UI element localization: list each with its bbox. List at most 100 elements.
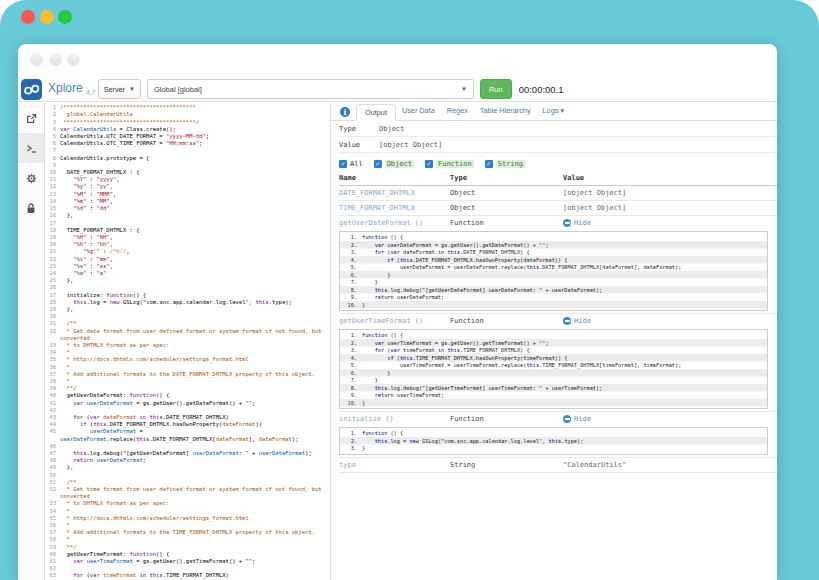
code-line: 61 var userTimeFormat = gs.getUser().get…: [45, 558, 331, 565]
source-line: 10.}: [340, 301, 767, 309]
code-line: 43 for (var dateFormat in this.DATE_FORM…: [45, 414, 331, 421]
code-line: userDateFormat.replace(this.DATE_FORMAT_…: [45, 435, 331, 442]
code-line: 21 "%g:" : /^h:/,: [45, 248, 331, 255]
code-line: 4var CalendarUtils = Class.create();: [45, 126, 331, 133]
filter-object: ✓Object: [374, 160, 414, 168]
xplore-logo: [21, 79, 42, 100]
result-value-row: Value [object Object]: [339, 137, 777, 153]
traffic-lights: [21, 10, 72, 24]
tab-regex[interactable]: Regex: [441, 103, 474, 120]
filter-label: String: [496, 160, 525, 168]
run-timer: 00:00:00.1: [519, 84, 564, 95]
result-entry: getUserDateFormat ()FunctionHide 1.functi…: [339, 216, 777, 314]
source-line: 2. var userDateFormat = gs.getUser().get…: [340, 241, 767, 249]
code-line: 41 var userDateFormat = gs.getUser().get…: [45, 399, 331, 406]
sidebar-button-lock[interactable]: [18, 193, 44, 223]
result-type-row: Type Object: [339, 121, 777, 137]
source-line: 4. if (this.TIME_FORMAT_DHTMLX.hasOwnPro…: [340, 354, 767, 362]
column-name: Name: [339, 174, 450, 182]
column-value: Value: [563, 174, 777, 182]
result-row: DATE_FORMAT_DHTMLXObject[object Object]: [339, 186, 777, 201]
result-name-link[interactable]: TIME_FORMAT_DHTMLX: [339, 204, 450, 212]
result-row: TIME_FORMAT_DHTMLXObject[object Object]: [339, 201, 777, 216]
source-line: 3. for (var dateFormat in this.DATE_FORM…: [340, 249, 767, 257]
lock-icon: [26, 203, 36, 214]
code-line: 10 DATE_FORMAT_DHTMLX : {: [45, 169, 331, 176]
sidebar-button-gear[interactable]: [18, 163, 44, 193]
code-line: 1/**************************************…: [45, 104, 331, 111]
hide-link[interactable]: Hide: [563, 415, 777, 423]
result-entry: getUserTimeFormat ()FunctionHide1.functi…: [339, 314, 777, 412]
filter-label: Object: [385, 160, 414, 168]
source-line: 5. userTimeFormat = userTimeFormat.repla…: [340, 362, 767, 370]
hide-link[interactable]: Hide: [563, 317, 777, 325]
gear-icon: [26, 173, 37, 184]
code-line: 30: [45, 313, 331, 320]
source-line: 8. this.log.debug("[getUserDateFormat] u…: [340, 286, 767, 294]
code-line: 46: [45, 443, 331, 450]
close-button[interactable]: [21, 10, 35, 24]
browser-window: Xplore 4.7 Server▼ Global [global]▼ Run …: [18, 44, 777, 580]
results-header: Name Type Value: [339, 171, 777, 186]
filter-label: All: [350, 160, 363, 168]
result-name-link[interactable]: getUserTimeFormat (): [339, 317, 450, 325]
code-line: 26: [45, 284, 331, 291]
code-editor[interactable]: 1/**************************************…: [45, 103, 331, 580]
filter-checkbox-object[interactable]: ✓: [374, 160, 382, 168]
scope-combobox[interactable]: Global [global]▼: [147, 79, 474, 99]
code-line: 15 "%d" : "dd": [45, 205, 331, 212]
result-name-link[interactable]: type: [339, 461, 450, 469]
code-line: 33 * to DHTMLX format as per spec:: [45, 342, 331, 349]
code-line: 45 userDateFormat =: [45, 428, 331, 435]
maximize-button[interactable]: [58, 10, 72, 24]
function-source-block: 1.function () {2. this.log = new GSLog("…: [339, 427, 768, 455]
source-line: 10.}: [340, 399, 767, 407]
result-name-link[interactable]: DATE_FORMAT_DHTMLX: [339, 189, 450, 197]
result-type: Object: [450, 204, 563, 212]
tab-output[interactable]: Output: [356, 104, 396, 121]
code-line: 22 "%i" : "mm",: [45, 255, 331, 262]
code-line: 25 },: [45, 277, 331, 284]
panel-content: Type Object Value [object Object] ✓All✓O…: [331, 121, 777, 473]
code-line: 60 getUserTimeFormat: function() {: [45, 551, 331, 558]
code-line: 11 "%Y" : "yyyy",: [45, 176, 331, 183]
source-line: 5. userDateFormat = userDateFormat.repla…: [340, 264, 767, 272]
result-value: [object Object]: [563, 189, 777, 197]
source-line: 1.function () {: [340, 332, 767, 340]
run-button[interactable]: Run: [480, 79, 512, 99]
results-list: DATE_FORMAT_DHTMLXObject[object Object]T…: [339, 186, 777, 473]
hide-link[interactable]: Hide: [563, 219, 777, 227]
source-line: 9. return userDateFormat;: [340, 294, 767, 302]
result-type: Function: [450, 219, 563, 227]
filter-checkbox-function[interactable]: ✓: [425, 160, 433, 168]
filter-checkbox-string[interactable]: ✓: [485, 160, 493, 168]
sidebar-button-open-new-window[interactable]: [18, 103, 44, 133]
code-line: 44 if (this.DATE_FORMAT_DHTMLX.hasOwnPro…: [45, 421, 331, 428]
result-name-link[interactable]: getUserDateFormat (): [339, 219, 450, 227]
source-line: 7. }: [340, 377, 767, 385]
editor-lines: 1/**************************************…: [45, 103, 331, 580]
result-name-link[interactable]: initialize (): [339, 415, 450, 423]
tab-logs[interactable]: Logs ▾: [537, 103, 571, 120]
source-line: 1.function () {: [340, 234, 767, 242]
server-select[interactable]: Server▼: [98, 79, 141, 99]
code-line: 52 * Get time format from user defined f…: [45, 486, 331, 493]
sidebar-button-terminal[interactable]: [18, 133, 44, 163]
collapse-icon: [563, 317, 571, 325]
window-dot: [67, 53, 80, 66]
code-line: 37 * Add additional formats to the DATE_…: [45, 371, 331, 378]
result-entry: TIME_FORMAT_DHTMLXObject[object Object]: [339, 201, 777, 216]
minimize-button[interactable]: [40, 10, 54, 24]
function-source-block: 1.function () {2. var userDateFormat = g…: [339, 231, 768, 311]
info-icon[interactable]: i: [340, 107, 350, 117]
filter-checkbox-all[interactable]: ✓: [339, 160, 347, 168]
code-line: 59 **/: [45, 543, 331, 550]
type-filters: ✓All✓Object✓Function✓String: [339, 153, 777, 171]
toolbar: Xplore 4.7 Server▼ Global [global]▼ Run …: [18, 77, 777, 102]
code-line: 9: [45, 162, 331, 169]
tab-table-hierarchy[interactable]: Table Hierarchy: [474, 103, 537, 120]
result-value: Hide: [563, 317, 777, 325]
source-line: 8. this.log.debug("[getUserTimeFormat] u…: [340, 384, 767, 392]
tab-user-data[interactable]: User Data: [396, 103, 441, 120]
result-value: Hide: [563, 415, 777, 423]
